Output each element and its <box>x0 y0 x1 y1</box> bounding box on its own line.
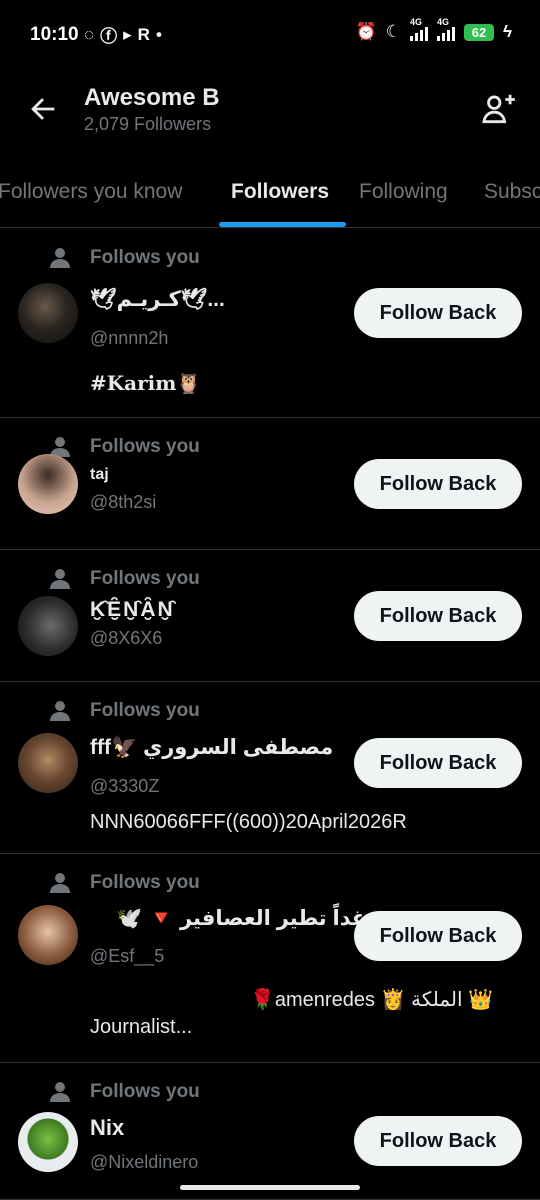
dot-icon: • <box>155 24 162 44</box>
followers-list: Follows you 🕊كـريـم🕊... @nnnn2h #Karim🦉 … <box>0 229 540 1200</box>
follows-you-indicator: Follows you <box>50 568 200 590</box>
user-bio: NNN60066FFF((600))20April2026R <box>90 811 407 833</box>
follows-you-indicator: Follows you <box>50 247 200 269</box>
user-name: taj <box>90 466 109 483</box>
alarm-icon: ⏰ <box>355 22 377 41</box>
avatar[interactable] <box>18 454 78 514</box>
tab-subscriptions[interactable]: Subscriptions <box>484 180 540 204</box>
list-item[interactable]: Follows you 🕊️ 🔻 غداً تطير العصافير ... … <box>0 854 540 1063</box>
avatar[interactable] <box>18 283 78 343</box>
notification-icons: ◌ ⓕ ▸ R • <box>84 22 162 47</box>
signal-icon: 4G <box>410 17 428 41</box>
media-icon: ▸ <box>123 24 132 44</box>
follow-back-button[interactable]: Follow Back <box>354 1116 522 1166</box>
person-icon <box>50 1082 70 1102</box>
avatar[interactable] <box>18 905 78 965</box>
facebook-icon: ⓕ <box>100 27 118 46</box>
follow-back-button[interactable]: Follow Back <box>354 459 522 509</box>
list-item[interactable]: Follows you fff🦅 مصطفى السروري @3330Z NN… <box>0 682 540 854</box>
person-icon <box>50 248 70 268</box>
active-tab-indicator <box>219 222 346 227</box>
follows-you-label: Follows you <box>90 872 200 893</box>
follows-you-indicator: Follows you <box>50 1081 200 1103</box>
reddit-r-icon: R <box>137 24 150 44</box>
back-arrow-icon[interactable] <box>26 92 60 126</box>
tab-bar: Followers you know Followers Following S… <box>0 160 540 228</box>
follows-you-label: Follows you <box>90 247 200 268</box>
follows-you-label: Follows you <box>90 568 200 589</box>
tab-followers-you-know[interactable]: Followers you know <box>0 180 182 204</box>
avatar[interactable] <box>18 733 78 793</box>
person-icon <box>50 873 70 893</box>
avatar[interactable] <box>18 1112 78 1172</box>
user-name: K̮̑Ȇ̮N̮̑Ȃ̮N̮̑ <box>90 598 175 621</box>
person-icon <box>50 701 70 721</box>
user-name: fff🦅 مصطفى السروري <box>90 736 334 759</box>
status-bar: 10:10 ◌ ⓕ ▸ R • ⏰ ☾ 4G 4G 62 ϟ <box>0 0 540 70</box>
list-item[interactable]: Follows you K̮̑Ȇ̮N̮̑Ȃ̮N̮̑ @8X6X6 Follow … <box>0 550 540 682</box>
moon-icon: ☾ <box>385 22 401 41</box>
home-indicator[interactable] <box>180 1185 360 1190</box>
list-item[interactable]: Follows you 🕊كـريـم🕊... @nnnn2h #Karim🦉 … <box>0 229 540 418</box>
follows-you-indicator: Follows you <box>50 700 200 722</box>
list-item[interactable]: Follows you Nix @Nixeldinero Follow Back <box>0 1063 540 1200</box>
user-handle: @8th2si <box>90 492 157 512</box>
user-bio: 🌹amenredes 👸 الملكة 👑 <box>250 989 494 1011</box>
follows-you-label: Follows you <box>90 700 200 721</box>
profile-header: Awesome B 2,079 Followers <box>0 70 540 160</box>
person-icon <box>50 569 70 589</box>
user-handle: @8X6X6 <box>90 628 163 648</box>
followers-count: 2,079 Followers <box>84 114 212 134</box>
battery-icon: 62 <box>464 23 494 41</box>
follow-back-button[interactable]: Follow Back <box>354 288 522 338</box>
whatsapp-icon: ◌ <box>84 24 95 44</box>
signal-icon-2: 4G <box>437 17 455 41</box>
follows-you-indicator: Follows you <box>50 436 200 458</box>
list-item[interactable]: Follows you taj @8th2si Follow Back <box>0 418 540 550</box>
tab-following[interactable]: Following <box>359 180 448 204</box>
user-handle: @Esf__5 <box>90 946 165 966</box>
follows-you-label: Follows you <box>90 436 200 457</box>
user-bio: #Karim🦉 <box>90 371 202 395</box>
follow-back-button[interactable]: Follow Back <box>354 738 522 788</box>
add-user-icon[interactable] <box>480 90 518 128</box>
follow-back-button[interactable]: Follow Back <box>354 591 522 641</box>
status-right: ⏰ ☾ 4G 4G 62 ϟ <box>355 17 512 42</box>
follows-you-label: Follows you <box>90 1081 200 1102</box>
user-handle: @3330Z <box>90 776 160 796</box>
user-name: 🕊️ 🔻 غداً تطير العصافير ... <box>116 907 390 930</box>
charging-icon: ϟ <box>503 22 512 41</box>
avatar[interactable] <box>18 596 78 656</box>
user-name: 🕊كـريـم🕊... <box>90 288 225 311</box>
follows-you-indicator: Follows you <box>50 872 200 894</box>
page-title: Awesome B <box>84 84 220 111</box>
follow-back-button[interactable]: Follow Back <box>354 911 522 961</box>
user-handle: @nnnn2h <box>90 328 169 348</box>
tab-followers[interactable]: Followers <box>231 180 329 204</box>
user-name: Nix <box>90 1115 125 1140</box>
status-time: 10:10 <box>30 24 79 45</box>
user-bio-line2: Journalist... <box>90 1016 193 1038</box>
user-handle: @Nixeldinero <box>90 1152 199 1172</box>
